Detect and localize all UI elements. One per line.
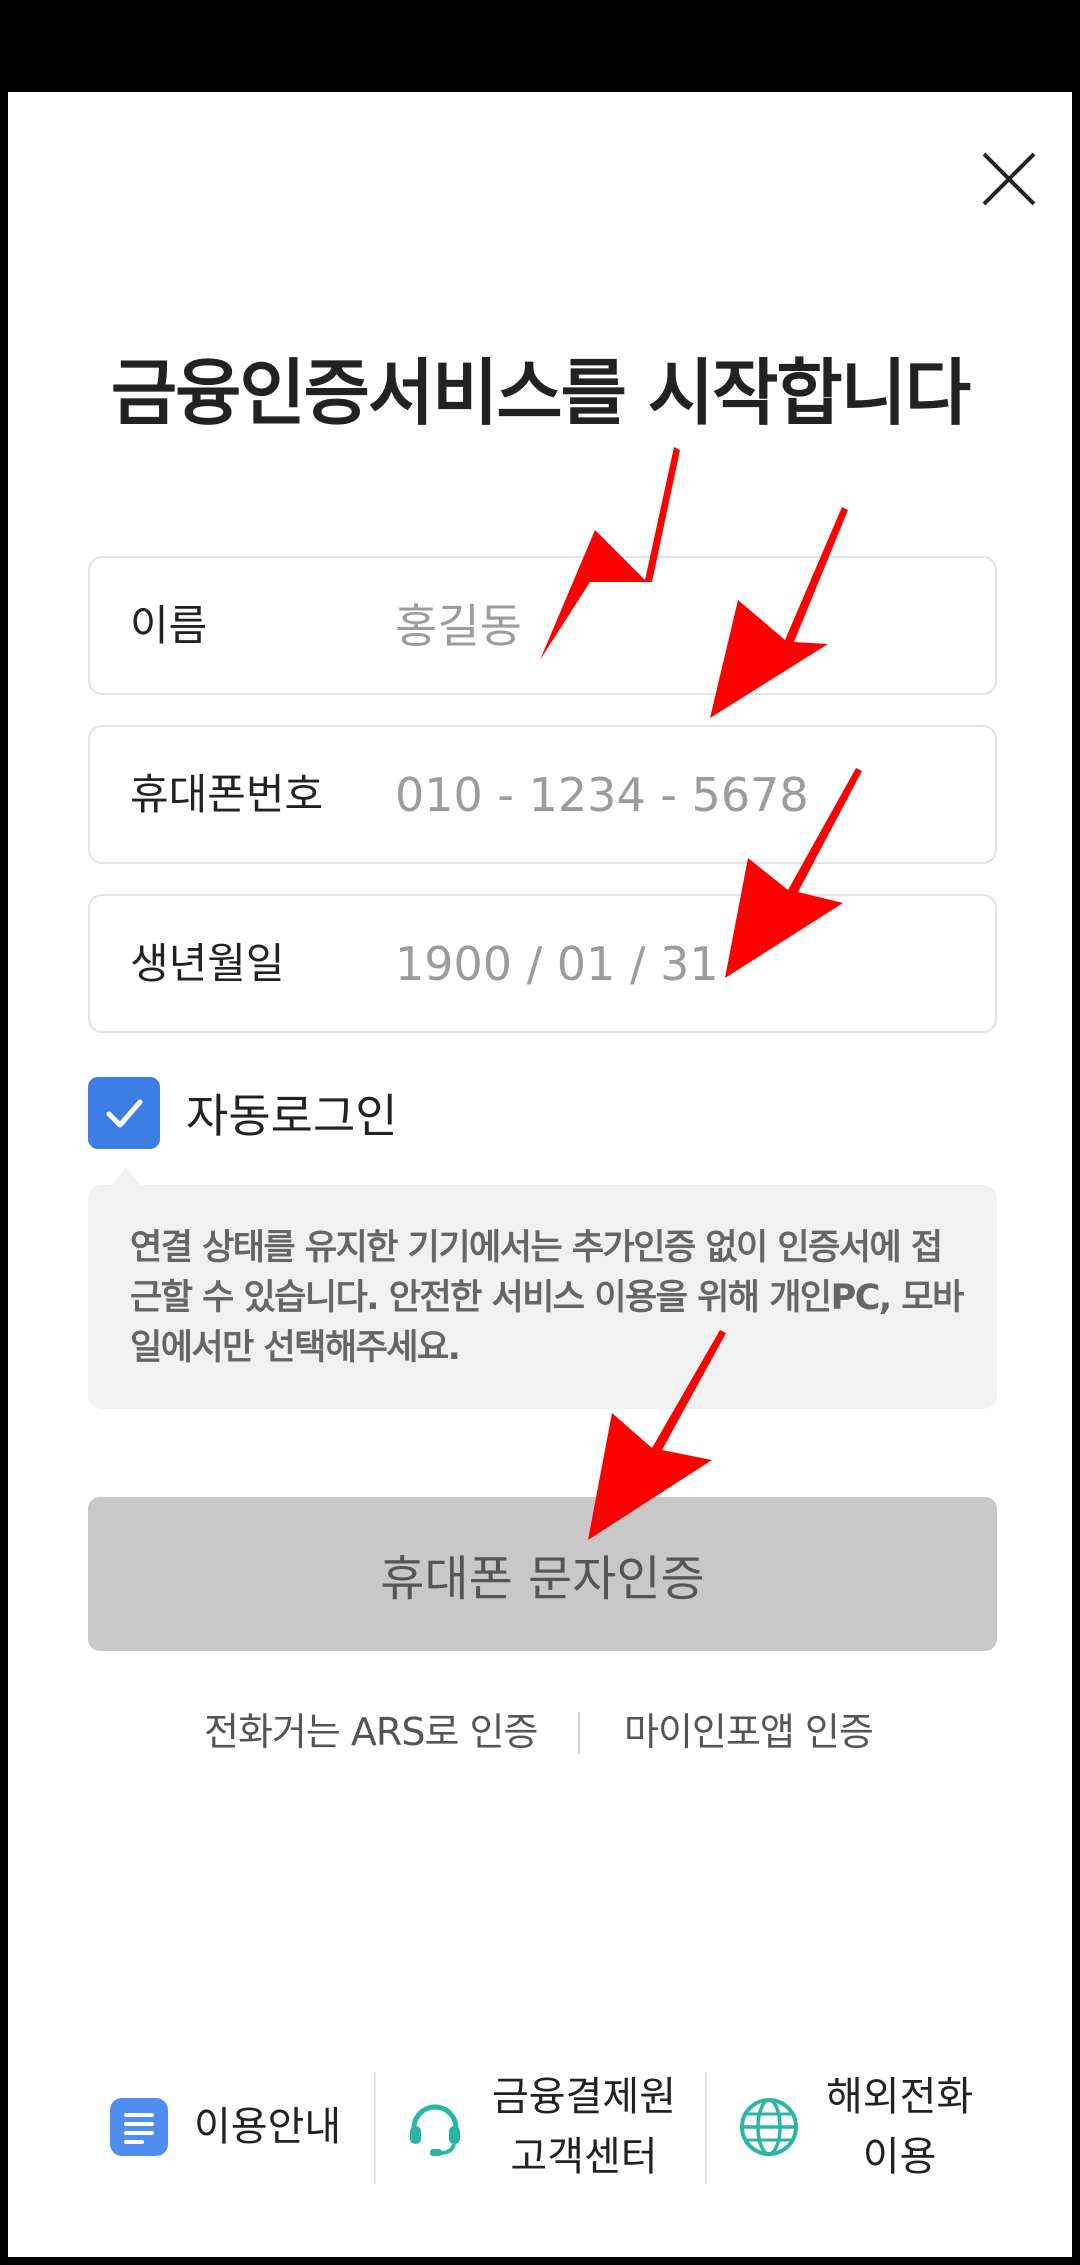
footer-divider [374,2072,376,2184]
auto-login-checkbox[interactable] [88,1077,160,1149]
tooltip-tail [110,1167,142,1187]
auto-login-tooltip: 연결 상태를 유지한 기기에서는 추가인증 없이 인증서에 접근할 수 있습니다… [88,1167,997,1409]
footer-intl-line2: 이용 [862,2134,937,2180]
ars-auth-link[interactable]: 전화거는 ARS로 인증 [204,1702,538,1762]
document-icon [110,2098,168,2156]
page-title: 금융인증서비스를 시작합니다 [110,351,971,435]
footer-divider [705,2072,707,2184]
close-button[interactable] [974,144,1044,214]
name-label: 이름 [130,601,208,650]
footer-customer-center-label: 금융결제원 고객센터 [492,2067,676,2187]
footer-nav: 이용안내 금융결제원 고객센터 해외전화 이용 [8,2062,1072,2192]
headset-icon [410,2104,460,2156]
footer-center-line2: 고객센터 [510,2134,658,2180]
birth-input[interactable] [395,926,955,1002]
tooltip-text: 연결 상태를 유지한 기기에서는 추가인증 없이 인증서에 접근할 수 있습니다… [130,1228,964,1368]
sms-verify-button[interactable]: 휴대폰 문자인증 [88,1497,997,1651]
birth-label: 생년월일 [130,939,285,988]
close-icon [982,152,1036,206]
alt-auth-links: 전화거는 ARS로 인증 마이인포앱 인증 [8,1702,1072,1762]
footer-center-line1: 금융결제원 [492,2074,676,2120]
auth-sheet: 금융인증서비스를 시작합니다 이름 휴대폰번호 생년월일 자동로그인 연결 상태… [8,92,1072,2257]
myinfo-auth-link[interactable]: 마이인포앱 인증 [624,1702,874,1762]
phone-input[interactable] [395,757,955,833]
birth-field[interactable]: 생년월일 [88,894,997,1033]
auto-login-toggle[interactable]: 자동로그인 [88,1077,398,1149]
auto-login-label: 자동로그인 [186,1089,398,1143]
name-field[interactable]: 이름 [88,556,997,695]
phone-label: 휴대폰번호 [130,770,324,819]
footer-customer-center-button[interactable]: 금융결제원 고객센터 [404,2062,676,2192]
globe-icon [740,2098,798,2156]
top-bar [0,0,1080,92]
footer-intl-call-label: 해외전화 이용 [826,2067,973,2187]
footer-guide-button[interactable]: 이용안내 [108,2062,341,2192]
footer-intl-call-button[interactable]: 해외전화 이용 [738,2062,973,2192]
check-icon [106,1099,143,1128]
alt-auth-divider [578,1712,580,1754]
phone-field[interactable]: 휴대폰번호 [88,725,997,864]
footer-guide-label: 이용안내 [194,2104,342,2150]
footer-intl-line1: 해외전화 [826,2074,974,2120]
name-input[interactable] [395,588,955,664]
